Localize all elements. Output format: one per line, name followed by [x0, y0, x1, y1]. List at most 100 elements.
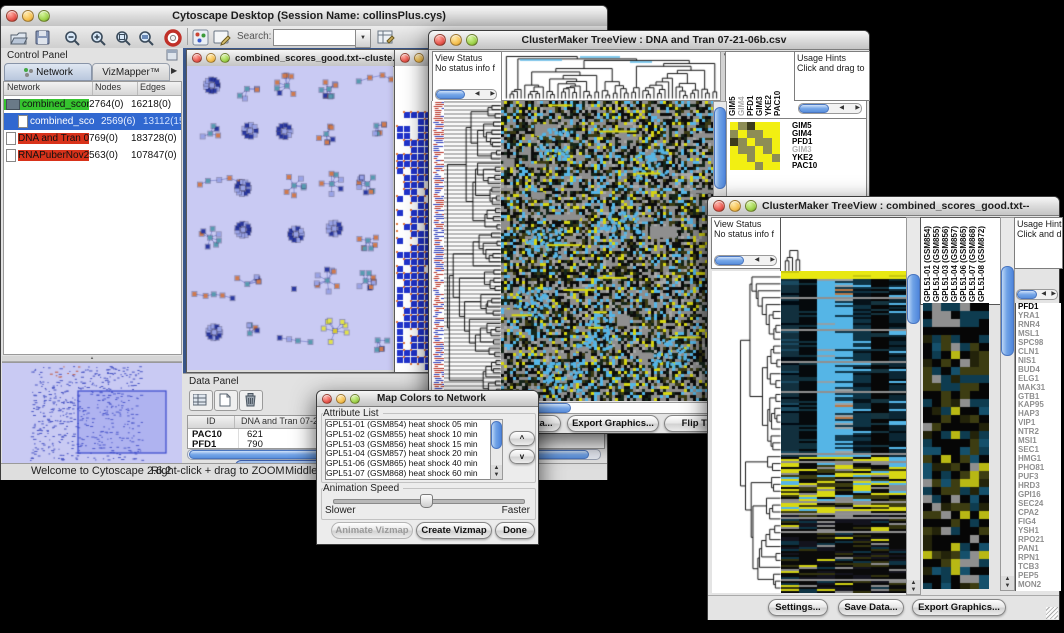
- birdseye-view-canvas[interactable]: [2, 362, 182, 464]
- zoom-icon[interactable]: [466, 34, 478, 46]
- save-icon[interactable]: [34, 29, 51, 46]
- matrix-cell[interactable]: [763, 146, 771, 154]
- tv2-save-data-button[interactable]: Save Data...: [838, 599, 904, 616]
- zoom-selected-icon[interactable]: [114, 29, 133, 47]
- window-controls[interactable]: [1, 10, 55, 22]
- scrollbar-thumb[interactable]: [714, 107, 726, 189]
- gene-label[interactable]: FIG4: [1018, 518, 1061, 527]
- minimize-icon[interactable]: [22, 10, 34, 22]
- scroll-arrows[interactable]: ▲▼: [491, 465, 502, 479]
- gene-label[interactable]: PAC10: [792, 162, 836, 170]
- close-icon[interactable]: [434, 34, 446, 46]
- matrix-cell[interactable]: [772, 146, 780, 154]
- gene-label[interactable]: PUF3: [1018, 473, 1061, 482]
- network-view-window-controls[interactable]: [187, 53, 235, 63]
- attribute-list[interactable]: GPL51-01 (GSM854) heat shock 05 minGPL51…: [325, 419, 503, 480]
- gene-label[interactable]: GPI16: [1018, 491, 1061, 500]
- matrix-cell[interactable]: [755, 154, 763, 162]
- matrix-cell[interactable]: [772, 138, 780, 146]
- gene-label[interactable]: SEC1: [1018, 446, 1061, 455]
- scroll-right-icon[interactable]: ▶: [1050, 290, 1057, 299]
- gene-label[interactable]: RPO21: [1018, 536, 1061, 545]
- close-icon[interactable]: [713, 200, 725, 212]
- matrix-cell[interactable]: [755, 122, 763, 130]
- network-canvas[interactable]: [187, 66, 393, 370]
- attribute-table-icon[interactable]: [377, 29, 396, 46]
- gene-label[interactable]: HRD3: [1018, 482, 1061, 491]
- zoom-icon[interactable]: [745, 200, 757, 212]
- gene-label[interactable]: NTR2: [1018, 428, 1061, 437]
- tv1-usage-scrollbar[interactable]: ◀ ▶: [798, 103, 862, 114]
- gene-label[interactable]: PFD1: [1018, 303, 1061, 312]
- matrix-cell[interactable]: [738, 154, 746, 162]
- tv2-main-vscrollbar[interactable]: ▲▼: [906, 217, 921, 595]
- gene-label[interactable]: HMG1: [1018, 455, 1061, 464]
- matrix-cell[interactable]: [747, 162, 755, 170]
- scroll-arrows[interactable]: ▲▼: [907, 580, 920, 594]
- gene-label[interactable]: KAP95: [1018, 401, 1061, 410]
- col-network[interactable]: Network: [4, 82, 93, 95]
- matrix-cell[interactable]: [755, 138, 763, 146]
- network-row[interactable]: combined_sco2569(6)13112(15): [4, 113, 181, 130]
- tv1-row-dendrogram-canvas[interactable]: [444, 101, 501, 401]
- animation-speed-slider-thumb[interactable]: [420, 494, 433, 508]
- network-row[interactable]: combined_scores2764(0)16218(0): [4, 96, 181, 113]
- network-view-titlebar[interactable]: combined_scores_good.txt--cluste...: [187, 50, 395, 67]
- zoom-icon[interactable]: [38, 10, 50, 22]
- gene-label[interactable]: VIP1: [1018, 419, 1061, 428]
- attr-col-id[interactable]: ID: [188, 416, 235, 428]
- matrix-cell[interactable]: [763, 138, 771, 146]
- treeview2-window-controls[interactable]: [708, 200, 762, 212]
- scroll-left-icon[interactable]: ◀: [838, 104, 845, 113]
- matrix-cell[interactable]: [747, 130, 755, 138]
- list-item[interactable]: GPL51-06 (GSM865) heat shock 40 min: [326, 459, 502, 469]
- scrollbar-thumb[interactable]: [715, 256, 744, 265]
- close-icon[interactable]: [400, 53, 410, 63]
- matrix-cell[interactable]: [763, 122, 771, 130]
- matrix-cell[interactable]: [763, 154, 771, 162]
- help-lifesaver-icon[interactable]: [164, 29, 182, 47]
- tab-vizmapper[interactable]: VizMapper™: [92, 63, 170, 81]
- tab-network[interactable]: Network: [4, 63, 92, 81]
- tv1-column-dendrogram-canvas[interactable]: [501, 51, 721, 101]
- tv2-column-tree-canvas[interactable]: [780, 217, 908, 273]
- new-attribute-button[interactable]: [214, 390, 238, 411]
- matrix-cell[interactable]: [738, 122, 746, 130]
- treeview2-titlebar[interactable]: ClusterMaker TreeView : combined_scores_…: [708, 197, 1059, 216]
- matrix-cell[interactable]: [747, 146, 755, 154]
- matrix-cell[interactable]: [747, 122, 755, 130]
- matrix-cell[interactable]: [755, 146, 763, 154]
- matrix-cell[interactable]: [755, 162, 763, 170]
- scrollbar-thumb[interactable]: [491, 421, 502, 449]
- move-down-button[interactable]: v: [509, 449, 535, 464]
- scroll-arrows[interactable]: ▲▼: [1001, 576, 1014, 590]
- scroll-left-icon[interactable]: ◀: [1040, 290, 1047, 299]
- tv2-export-graphics-button[interactable]: Export Graphics...: [912, 599, 1006, 616]
- tv2-row-dendrogram-canvas[interactable]: [712, 271, 781, 593]
- scrollbar-thumb[interactable]: [799, 104, 829, 113]
- matrix-cell[interactable]: [763, 130, 771, 138]
- scroll-left-icon[interactable]: ◀: [754, 256, 761, 265]
- attribute-list-scrollbar[interactable]: ▲▼: [490, 419, 503, 480]
- done-button[interactable]: Done: [495, 522, 535, 539]
- minimize-icon[interactable]: [414, 53, 424, 63]
- matrix-cell[interactable]: [730, 130, 738, 138]
- gene-label[interactable]: YSH1: [1018, 527, 1061, 536]
- main-titlebar[interactable]: Cytoscape Desktop (Session Name: collins…: [1, 6, 607, 27]
- animate-vizmap-button[interactable]: Animate Vizmap: [331, 522, 413, 539]
- annotation-icon[interactable]: [213, 29, 231, 46]
- gene-label[interactable]: HAP3: [1018, 410, 1061, 419]
- gene-label[interactable]: BUD4: [1018, 366, 1061, 375]
- tab-overflow-arrow[interactable]: ▶: [171, 66, 177, 75]
- view-status-scrollbar[interactable]: ◀ ▶: [435, 89, 497, 100]
- scrollbar-thumb[interactable]: [1017, 290, 1037, 299]
- matrix-cell[interactable]: [772, 130, 780, 138]
- matrix-cell[interactable]: [738, 162, 746, 170]
- matrix-cell[interactable]: [772, 122, 780, 130]
- gene-label[interactable]: SPC98: [1018, 339, 1061, 348]
- dialog-titlebar[interactable]: Map Colors to Network: [317, 391, 538, 407]
- tv2-gene-list[interactable]: PFD1YRA1RNR4MSL1SPC98CLN1NIS1BUD4ELG1MAK…: [1015, 303, 1061, 591]
- matrix-cell[interactable]: [738, 130, 746, 138]
- gene-label[interactable]: ELG1: [1018, 375, 1061, 384]
- scrollbar-thumb[interactable]: [436, 90, 465, 99]
